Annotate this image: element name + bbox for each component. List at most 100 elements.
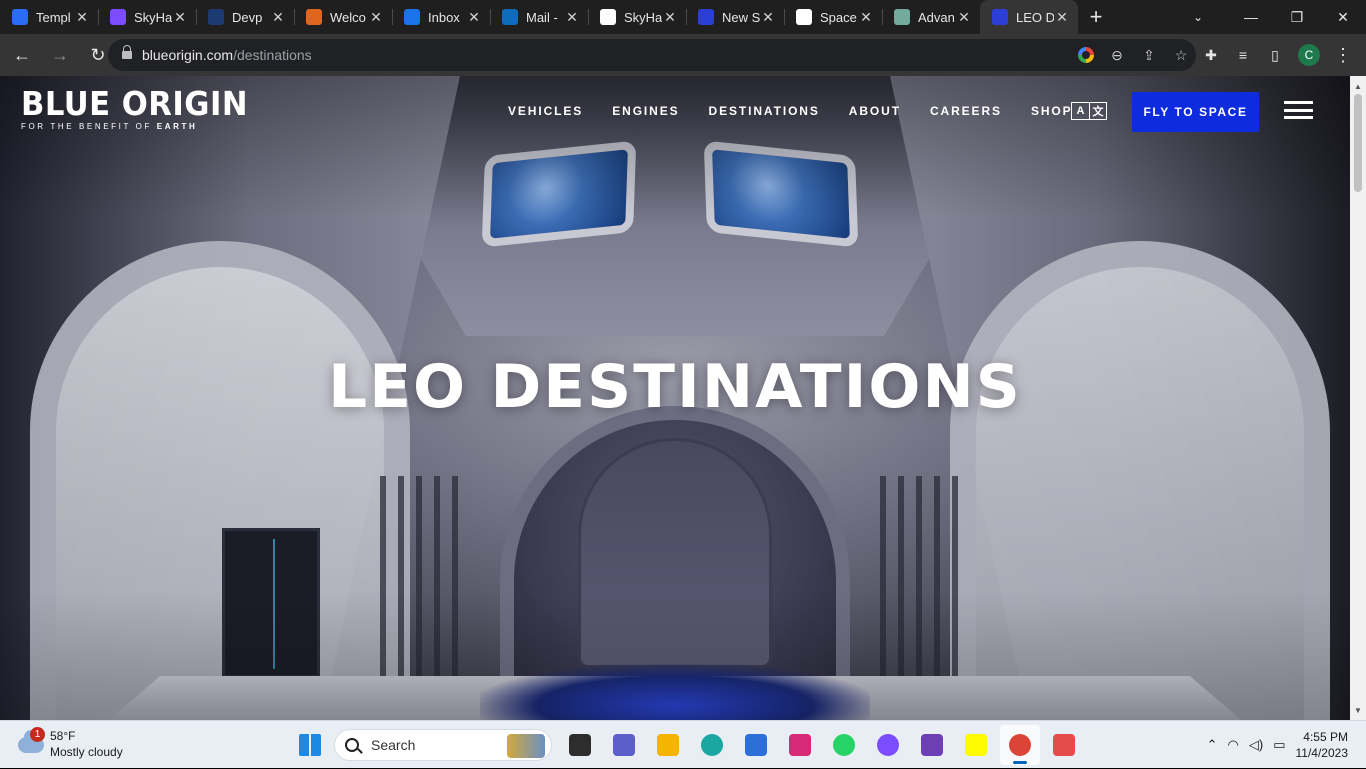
taskbar-clock[interactable]: 4:55 PM 11/4/2023: [1296, 729, 1349, 761]
restore-icon[interactable]: ❐: [1274, 0, 1320, 34]
extensions-puzzle-icon[interactable]: ✚: [1202, 46, 1220, 64]
browser-tab[interactable]: Devp ✕: [196, 0, 294, 34]
battery-icon[interactable]: ▭: [1273, 737, 1285, 753]
scroll-up-arrow-icon[interactable]: ▲: [1350, 78, 1366, 94]
google-lens-icon[interactable]: [1078, 47, 1094, 63]
browser-tab[interactable]: SkyHa ✕: [98, 0, 196, 34]
taskbar-app-button[interactable]: [868, 725, 908, 765]
fly-to-space-button[interactable]: FLY TO SPACE: [1132, 92, 1259, 132]
browser-tab[interactable]: Welco ✕: [294, 0, 392, 34]
tab-title: New S: [722, 9, 760, 25]
tab-title: Welco: [330, 9, 366, 25]
share-icon[interactable]: ⇪: [1140, 46, 1158, 64]
profile-avatar[interactable]: C: [1298, 44, 1320, 66]
nav-shop[interactable]: SHOP: [1031, 104, 1073, 118]
close-tab-icon[interactable]: ✕: [858, 9, 874, 26]
browser-tab[interactable]: SkyHa ✕: [588, 0, 686, 34]
taskbar-app-button[interactable]: [1000, 725, 1040, 765]
close-tab-icon[interactable]: ✕: [662, 9, 678, 26]
close-tab-icon[interactable]: ✕: [1054, 9, 1070, 26]
chrome-icon: [1009, 734, 1031, 756]
browser-tab[interactable]: Templ ✕: [0, 0, 98, 34]
hamburger-menu-icon[interactable]: [1284, 101, 1313, 119]
close-tab-icon[interactable]: ✕: [564, 9, 580, 26]
taskbar-app-button[interactable]: [956, 725, 996, 765]
instagram-icon: [789, 734, 811, 756]
browser-tab[interactable]: Mail - ✕: [490, 0, 588, 34]
start-icon: [299, 734, 321, 756]
close-tab-icon[interactable]: ✕: [368, 9, 384, 26]
tab-title: Advan: [918, 9, 955, 25]
bookmark-star-icon[interactable]: ☆: [1172, 46, 1190, 64]
tray-overflow-chevron-icon[interactable]: ⌃: [1207, 737, 1218, 753]
taskbar-app-button[interactable]: [560, 725, 600, 765]
page-icon: [600, 9, 616, 25]
folder-icon: [657, 734, 679, 756]
site-main-nav: VEHICLES ENGINES DESTINATIONS ABOUT CARE…: [508, 104, 1102, 118]
url-text[interactable]: blueorigin.com/destinations: [142, 47, 312, 63]
logo-tagline: FOR THE BENEFIT OF EARTH: [21, 122, 198, 131]
browser-tab[interactable]: New S ✕: [686, 0, 784, 34]
page-viewport: BLUE ORIGIN FOR THE BENEFIT OF EARTH VEH…: [0, 76, 1350, 720]
taskbar-app-button[interactable]: [290, 725, 330, 765]
weather-widget[interactable]: 1 58°F Mostly cloudy: [14, 727, 174, 763]
nav-vehicles[interactable]: VEHICLES: [508, 104, 583, 118]
scroll-down-arrow-icon[interactable]: ▼: [1350, 702, 1366, 718]
page-scrollbar[interactable]: ▲ ▼: [1350, 76, 1366, 720]
close-tab-icon[interactable]: ✕: [956, 9, 972, 26]
taskbar-app-button[interactable]: [604, 725, 644, 765]
close-tab-icon[interactable]: ✕: [760, 9, 776, 26]
teams-icon: [613, 734, 635, 756]
minimize-icon[interactable]: —: [1228, 0, 1274, 34]
scrollbar-thumb[interactable]: [1354, 94, 1362, 192]
taskbar-search-box[interactable]: Search: [334, 729, 552, 761]
close-tab-icon[interactable]: ✕: [74, 9, 90, 26]
close-tab-icon[interactable]: ✕: [466, 9, 482, 26]
taskbar-app-button[interactable]: [648, 725, 688, 765]
x-logo-icon: [796, 9, 812, 25]
windows-taskbar: 1 58°F Mostly cloudy Search ⌃ ◠ ◁) ▭ 4:5…: [0, 720, 1366, 768]
tab-title: Inbox: [428, 9, 460, 25]
side-panel-icon[interactable]: ▯: [1266, 46, 1284, 64]
logo-wordmark: BLUE ORIGIN: [21, 84, 248, 123]
taskbar-app-button[interactable]: [912, 725, 952, 765]
close-tab-icon[interactable]: ✕: [270, 9, 286, 26]
taskbar-app-button[interactable]: [692, 725, 732, 765]
taskbar-app-button[interactable]: [736, 725, 776, 765]
close-tab-icon[interactable]: ✕: [172, 9, 188, 26]
url-host: blueorigin.com: [142, 47, 234, 63]
feather-icon: [992, 9, 1008, 25]
nav-about[interactable]: ABOUT: [849, 104, 901, 118]
browser-tab[interactable]: Space ✕: [784, 0, 882, 34]
browser-tab[interactable]: LEO D ✕: [980, 0, 1078, 34]
search-highlight-image: [507, 734, 545, 758]
taskbar-app-button[interactable]: [1044, 725, 1084, 765]
back-arrow-icon[interactable]: ←: [6, 39, 38, 71]
forward-arrow-icon[interactable]: →: [44, 39, 76, 71]
nav-engines[interactable]: ENGINES: [612, 104, 679, 118]
wifi-icon[interactable]: ◠: [1228, 737, 1239, 753]
lock-icon[interactable]: [122, 45, 132, 60]
nav-careers[interactable]: CAREERS: [930, 104, 1002, 118]
close-window-icon[interactable]: ✕: [1320, 0, 1366, 34]
taskbar-app-button[interactable]: [780, 725, 820, 765]
tab-title: Templ: [36, 9, 71, 25]
browser-tab[interactable]: Inbox ✕: [392, 0, 490, 34]
browser-tab[interactable]: Advan ✕: [882, 0, 980, 34]
volume-icon[interactable]: ◁): [1249, 737, 1263, 753]
tab-search-chevron-icon[interactable]: ⌄: [1178, 0, 1218, 34]
d-logo-icon: [208, 9, 224, 25]
blue-origin-logo[interactable]: BLUE ORIGIN FOR THE BENEFIT OF EARTH: [21, 84, 265, 132]
taskbar-app-button[interactable]: [824, 725, 864, 765]
nav-destinations[interactable]: DESTINATIONS: [709, 104, 820, 118]
zoom-icon[interactable]: ⊖: [1108, 46, 1126, 64]
address-bar[interactable]: blueorigin.com/destinations ⊖ ⇪ ☆: [108, 39, 1196, 71]
new-tab-button[interactable]: +: [1078, 0, 1114, 34]
tab-title: Mail -: [526, 9, 558, 25]
snipping-tool-icon: [1053, 734, 1075, 756]
clock-time: 4:55 PM: [1303, 730, 1348, 744]
search-label: Search: [371, 737, 416, 753]
language-translate-icon[interactable]: A文: [1071, 102, 1107, 120]
media-queue-icon[interactable]: ≡: [1234, 46, 1252, 64]
more-menu-icon[interactable]: ⋮: [1334, 45, 1352, 65]
